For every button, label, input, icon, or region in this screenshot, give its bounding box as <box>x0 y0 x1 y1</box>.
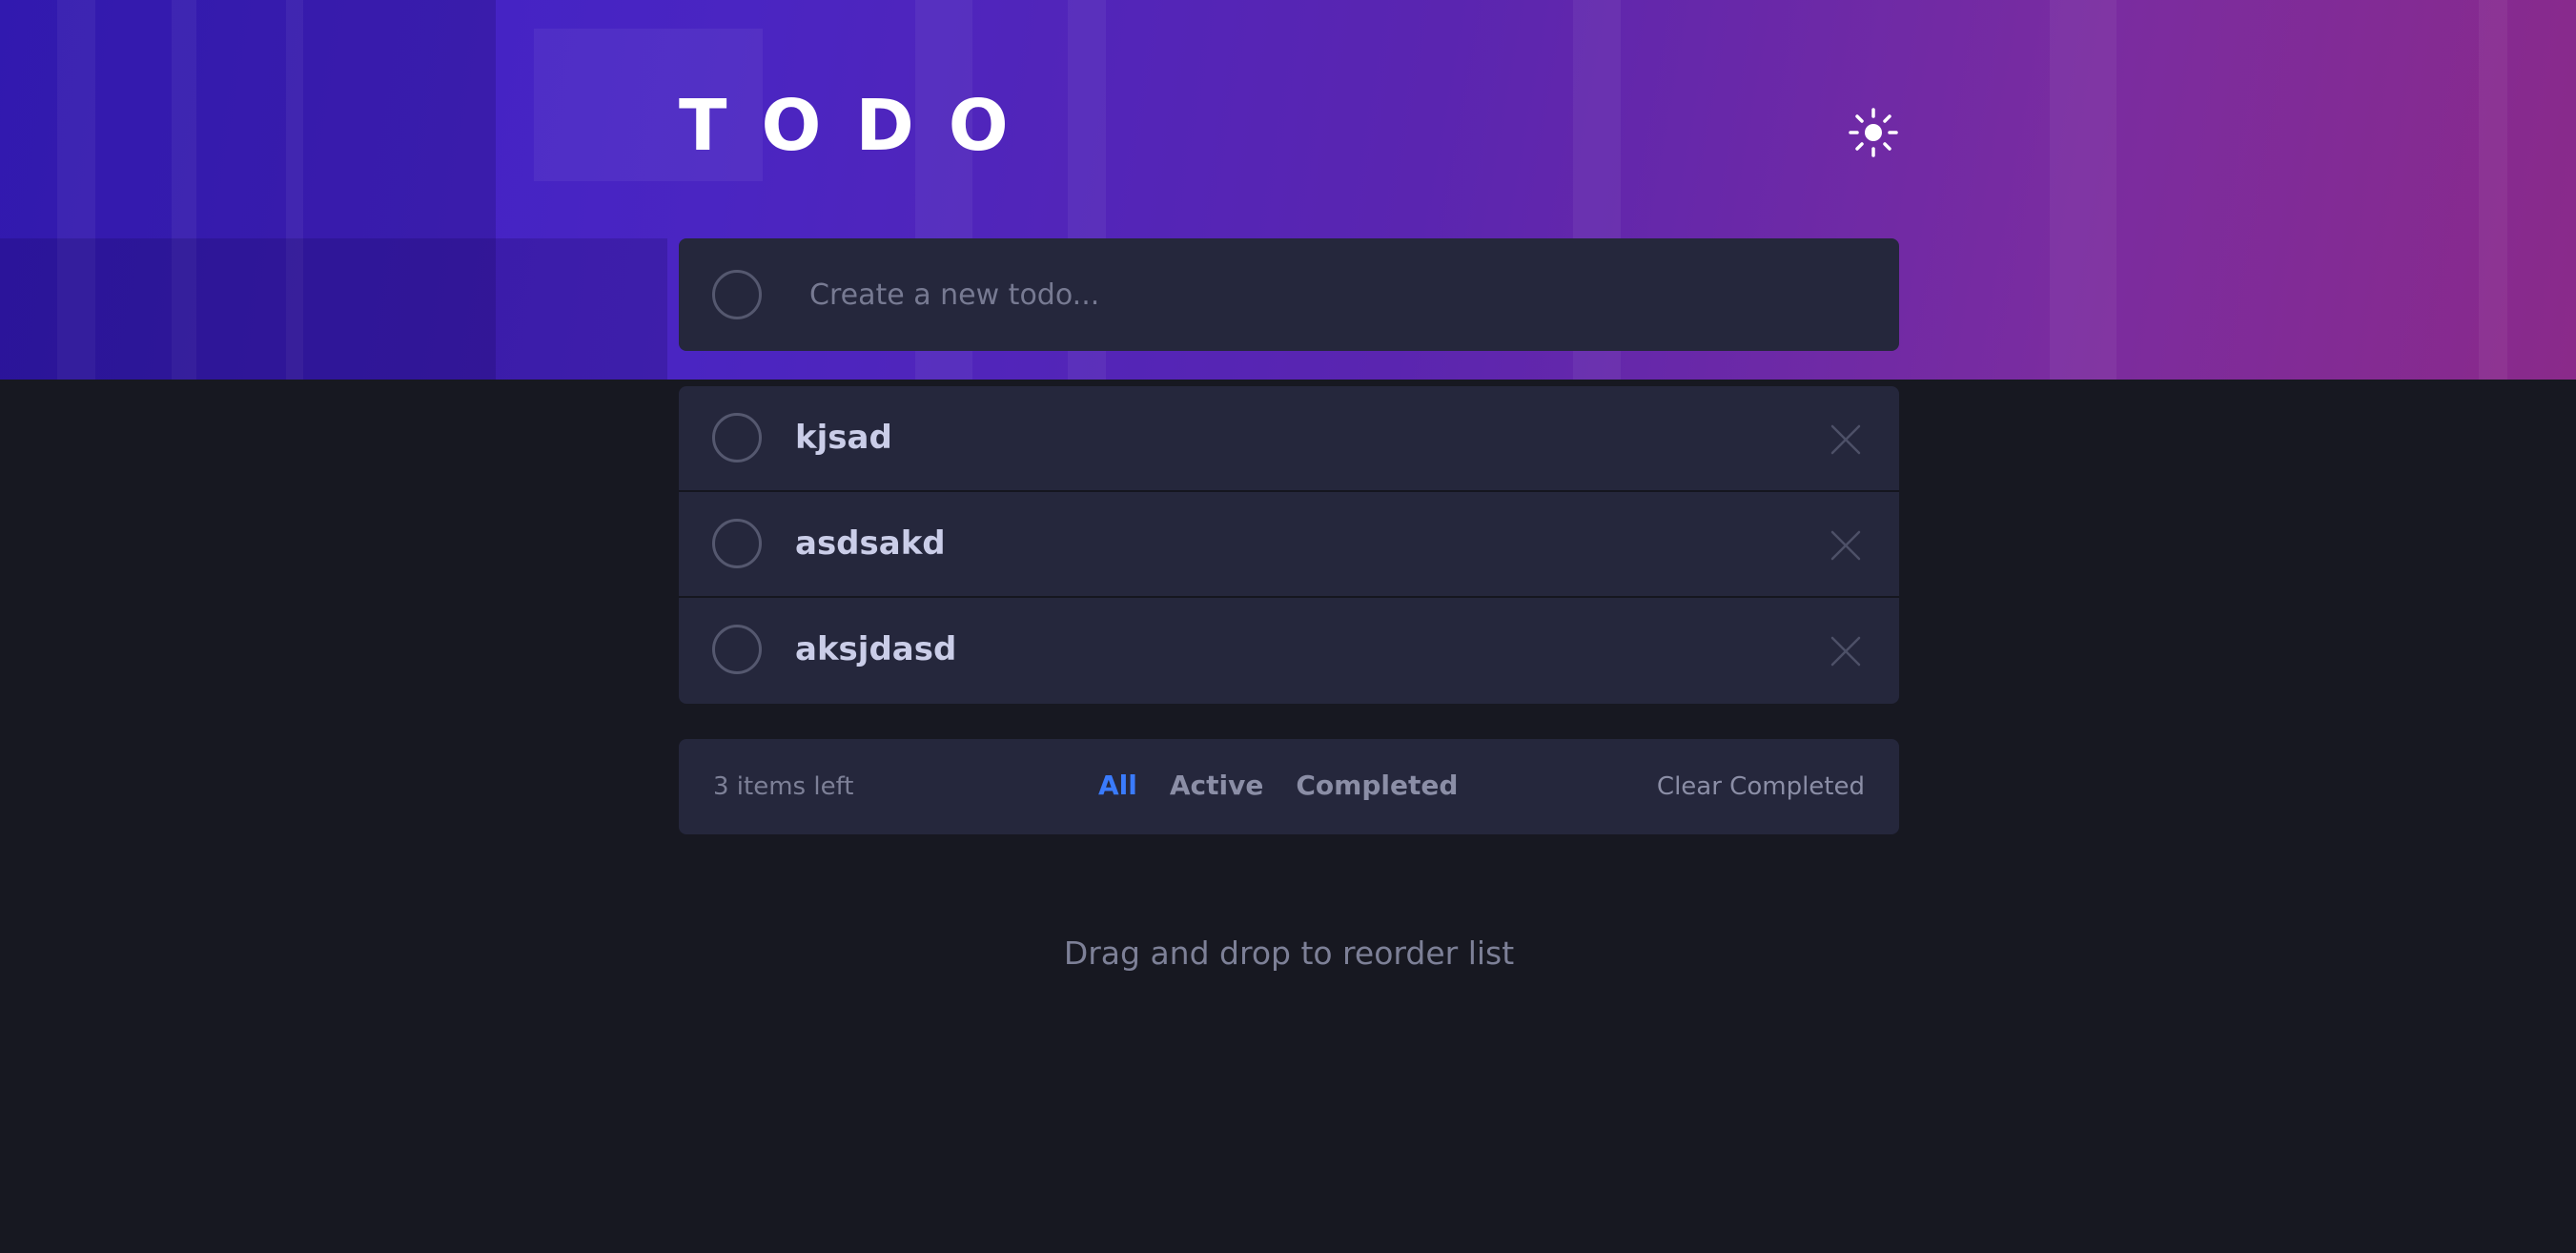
todo-checkbox[interactable] <box>712 625 762 674</box>
todo-item[interactable]: kjsad <box>679 386 1899 492</box>
sun-icon <box>1849 108 1898 157</box>
reorder-hint: Drag and drop to reorder list <box>1063 935 1515 972</box>
background-streak <box>2479 0 2507 380</box>
delete-todo-button[interactable] <box>1830 636 1861 667</box>
clear-completed-button[interactable]: Clear Completed <box>1657 770 1865 804</box>
filter-group: All Active Completed <box>1098 768 1458 804</box>
new-todo-card <box>679 238 1899 351</box>
todo-text: asdsakd <box>795 524 946 563</box>
todo-item[interactable]: aksjdasd <box>679 598 1899 704</box>
close-icon <box>1830 424 1861 455</box>
theme-toggle-button[interactable] <box>1848 107 1899 158</box>
items-left-count: 3 items left <box>713 772 854 801</box>
todo-list: kjsad asdsakd aksjdasd <box>679 386 1899 704</box>
filter-completed[interactable]: Completed <box>1296 768 1458 804</box>
todo-item[interactable]: asdsakd <box>679 492 1899 598</box>
todo-text: aksjdasd <box>795 630 957 668</box>
delete-todo-button[interactable] <box>1830 424 1861 455</box>
todo-text: kjsad <box>795 419 892 457</box>
todo-checkbox[interactable] <box>712 413 762 462</box>
delete-todo-button[interactable] <box>1830 530 1861 561</box>
filter-all[interactable]: All <box>1098 768 1137 804</box>
background-streak <box>2050 0 2116 380</box>
app-title: TODO <box>679 85 1043 167</box>
filter-active[interactable]: Active <box>1170 768 1264 804</box>
todo-footer: 3 items left All Active Completed Clear … <box>679 739 1899 834</box>
close-icon <box>1830 636 1861 667</box>
close-icon <box>1830 530 1861 561</box>
new-todo-input[interactable] <box>808 267 1856 322</box>
todo-checkbox[interactable] <box>712 519 762 568</box>
background-shade <box>0 238 667 380</box>
new-todo-checkbox[interactable] <box>712 270 762 319</box>
